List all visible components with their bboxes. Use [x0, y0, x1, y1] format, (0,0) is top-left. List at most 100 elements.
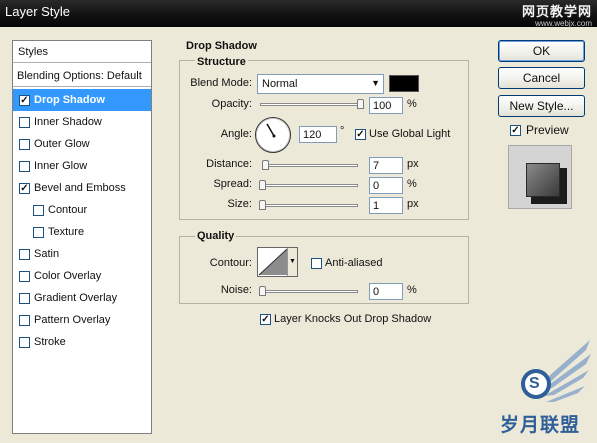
anti-aliased-label: Anti-aliased	[325, 257, 383, 269]
cancel-button[interactable]: Cancel	[498, 67, 585, 89]
satin-checkbox[interactable]	[19, 248, 30, 260]
opacity-slider-track[interactable]	[260, 103, 360, 106]
style-item-label: Stroke	[34, 336, 66, 348]
style-item-stroke[interactable]: Stroke	[13, 331, 151, 353]
angle-dial-icon	[266, 123, 276, 138]
angle-label: Angle:	[220, 128, 252, 140]
use-global-light-toggle[interactable]: ✓ Use Global Light	[355, 128, 450, 140]
style-item-pattern-overlay[interactable]: Pattern Overlay	[13, 309, 151, 331]
style-item-outer-glow[interactable]: Outer Glow	[13, 133, 151, 155]
use-global-light-label: Use Global Light	[369, 128, 451, 140]
opacity-slider-thumb[interactable]	[357, 99, 364, 109]
window-titlebar: Layer Style	[0, 0, 597, 27]
anti-aliased-toggle[interactable]: Anti-aliased	[311, 257, 382, 269]
watermark-logo-badge: S	[529, 375, 540, 392]
style-item-texture[interactable]: Texture	[13, 221, 151, 243]
spread-unit: %	[407, 178, 417, 190]
spread-slider-track[interactable]	[262, 184, 358, 187]
bevel-and-emboss-checkbox[interactable]: ✓	[19, 182, 30, 194]
style-item-label: Inner Glow	[34, 160, 88, 172]
opacity-label: Opacity:	[211, 98, 252, 110]
angle-input[interactable]	[299, 126, 337, 143]
chevron-down-icon[interactable]: ▼	[287, 248, 297, 276]
watermark-top-text: 网页教学网	[521, 4, 592, 19]
noise-label: Noise:	[220, 284, 252, 296]
style-item-label: Texture	[48, 226, 85, 238]
preview-square	[526, 163, 560, 197]
noise-unit: %	[407, 284, 417, 296]
quality-title: Quality	[195, 230, 237, 242]
style-item-label: Contour	[48, 204, 88, 216]
outer-glow-checkbox[interactable]	[19, 138, 30, 150]
angle-unit: °	[340, 125, 345, 137]
angle-dial[interactable]	[255, 117, 291, 153]
gradient-overlay-checkbox[interactable]	[19, 292, 30, 304]
size-slider-track[interactable]	[262, 204, 358, 207]
style-item-label: Color Overlay	[34, 270, 102, 282]
style-item-inner-glow[interactable]: Inner Glow	[13, 155, 151, 177]
pattern-overlay-checkbox[interactable]	[19, 314, 30, 326]
style-item-bevel-and-emboss[interactable]: ✓ Bevel and Emboss	[13, 177, 151, 199]
styles-header[interactable]: Styles	[13, 41, 151, 63]
size-label: Size:	[227, 198, 252, 210]
noise-slider-track[interactable]	[262, 290, 358, 293]
structure-title: Structure	[195, 56, 248, 68]
watermark-logo: S 岁月联盟	[492, 338, 592, 438]
style-item-contour[interactable]: Contour	[13, 199, 151, 221]
style-item-label: Bevel and Emboss	[34, 182, 126, 194]
new-style-button[interactable]: New Style...	[498, 95, 585, 117]
style-item-label: Pattern Overlay	[34, 314, 111, 326]
knockout-label: Layer Knocks Out Drop Shadow	[274, 313, 432, 325]
preview-toggle[interactable]: ✓ Preview	[510, 123, 569, 137]
ok-button[interactable]: OK	[498, 40, 585, 62]
watermark-logo-text: 岁月联盟	[500, 415, 581, 436]
noise-input[interactable]	[369, 283, 403, 300]
distance-unit: px	[407, 158, 419, 170]
style-item-drop-shadow[interactable]: ✓ Drop Shadow	[13, 89, 151, 111]
color-overlay-checkbox[interactable]	[19, 270, 30, 282]
style-item-label: Inner Shadow	[34, 116, 102, 128]
style-item-label: Outer Glow	[34, 138, 90, 150]
style-item-gradient-overlay[interactable]: Gradient Overlay	[13, 287, 151, 309]
stroke-checkbox[interactable]	[19, 336, 30, 348]
spread-label: Spread:	[213, 178, 252, 190]
styles-list: Styles Blending Options: Default ✓ Drop …	[12, 40, 152, 434]
noise-slider-thumb[interactable]	[259, 286, 266, 296]
anti-aliased-checkbox[interactable]	[311, 257, 322, 269]
blend-mode-select[interactable]: Normal ▼	[257, 74, 384, 94]
style-item-color-overlay[interactable]: Color Overlay	[13, 265, 151, 287]
style-item-label: Satin	[34, 248, 60, 260]
style-preview-thumbnail	[508, 145, 572, 209]
style-item-label: Gradient Overlay	[34, 292, 118, 304]
knockout-checkbox[interactable]: ✓	[260, 313, 271, 325]
style-item-label: Drop Shadow	[34, 94, 105, 106]
opacity-input[interactable]	[369, 97, 403, 114]
watermark-top: 网页教学网 www.webjx.com	[522, 5, 592, 29]
drop-shadow-checkbox[interactable]: ✓	[19, 94, 30, 106]
size-slider-thumb[interactable]	[259, 200, 267, 210]
blend-mode-value: Normal	[262, 78, 298, 90]
chevron-down-icon: ▼	[371, 78, 380, 88]
contour-label: Contour:	[209, 257, 252, 269]
use-global-light-checkbox[interactable]: ✓	[355, 128, 366, 140]
distance-input[interactable]	[369, 157, 403, 174]
blending-options-item[interactable]: Blending Options: Default	[13, 67, 151, 87]
size-input[interactable]	[369, 197, 403, 214]
distance-slider-thumb[interactable]	[261, 160, 269, 170]
shadow-color-swatch[interactable]	[389, 75, 419, 92]
spread-slider-thumb[interactable]	[259, 180, 266, 190]
contour-curve-icon	[258, 248, 288, 276]
inner-glow-checkbox[interactable]	[19, 160, 30, 172]
style-item-satin[interactable]: Satin	[13, 243, 151, 265]
style-item-inner-shadow[interactable]: Inner Shadow	[13, 111, 151, 133]
texture-checkbox[interactable]	[33, 226, 44, 238]
inner-shadow-checkbox[interactable]	[19, 116, 30, 128]
distance-slider-track[interactable]	[262, 164, 358, 167]
size-unit: px	[407, 198, 419, 210]
contour-picker[interactable]: ▼	[257, 247, 298, 277]
contour-checkbox[interactable]	[33, 204, 44, 216]
preview-checkbox[interactable]: ✓	[510, 124, 521, 136]
window-title: Layer Style	[5, 4, 71, 19]
spread-input[interactable]	[369, 177, 403, 194]
knockout-toggle[interactable]: ✓ Layer Knocks Out Drop Shadow	[260, 313, 431, 325]
